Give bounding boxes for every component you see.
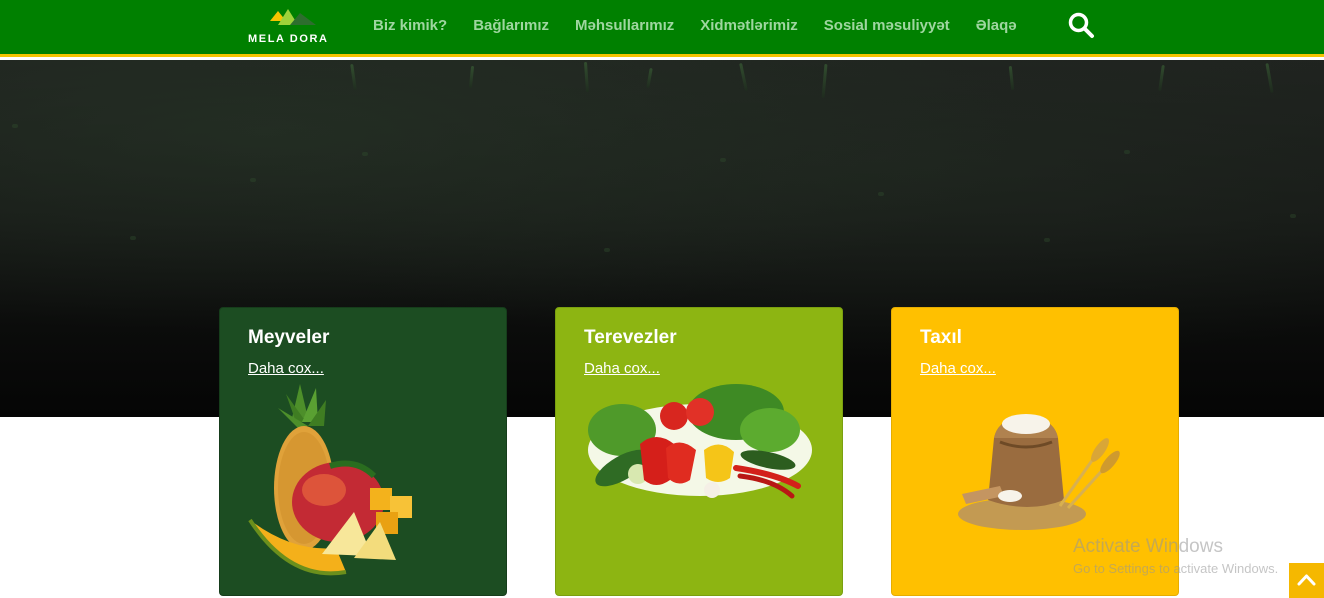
activate-windows-title: Activate Windows — [1073, 536, 1223, 557]
search-icon[interactable] — [1067, 11, 1095, 39]
fruits-image — [248, 384, 412, 576]
more-link[interactable]: Daha cox... — [920, 360, 996, 377]
chevron-up-icon — [1297, 574, 1316, 586]
card-title: Taxıl — [920, 327, 962, 348]
back-to-top-button[interactable] — [1289, 563, 1324, 598]
activate-windows-subtitle: Go to Settings to activate Windows. — [1073, 561, 1279, 576]
nav-item-contact[interactable]: Əlaqə — [976, 17, 1017, 34]
nav-item-gardens[interactable]: Bağlarımız — [473, 17, 549, 34]
brand-name: MELA DORA — [248, 33, 329, 45]
more-link[interactable]: Daha cox... — [584, 360, 660, 377]
site-header: MELA DORA Biz kimik? Bağlarımız Məhsulla… — [0, 0, 1324, 57]
card-title: Meyveler — [248, 327, 330, 348]
more-link[interactable]: Daha cox... — [248, 360, 324, 377]
brand-logo[interactable]: MELA DORA — [248, 7, 340, 47]
category-card-fruits[interactable]: Meyveler Daha cox... — [219, 307, 507, 596]
nav-item-services[interactable]: Xidmətlərimiz — [700, 17, 798, 34]
nav-item-about[interactable]: Biz kimik? — [373, 17, 447, 34]
nav-item-products[interactable]: Məhsullarımız — [575, 17, 674, 34]
card-title: Terevezler — [584, 327, 677, 348]
vegetables-image — [588, 384, 812, 499]
nav-item-social[interactable]: Sosial məsuliyyət — [824, 17, 950, 34]
logo-mark-icon — [270, 9, 316, 25]
category-card-vegetables[interactable]: Terevezler Daha cox... — [555, 307, 843, 596]
page: MELA DORA Biz kimik? Bağlarımız Məhsulla… — [0, 0, 1324, 598]
main-nav: Biz kimik? Bağlarımız Məhsullarımız Xidm… — [373, 0, 1043, 50]
